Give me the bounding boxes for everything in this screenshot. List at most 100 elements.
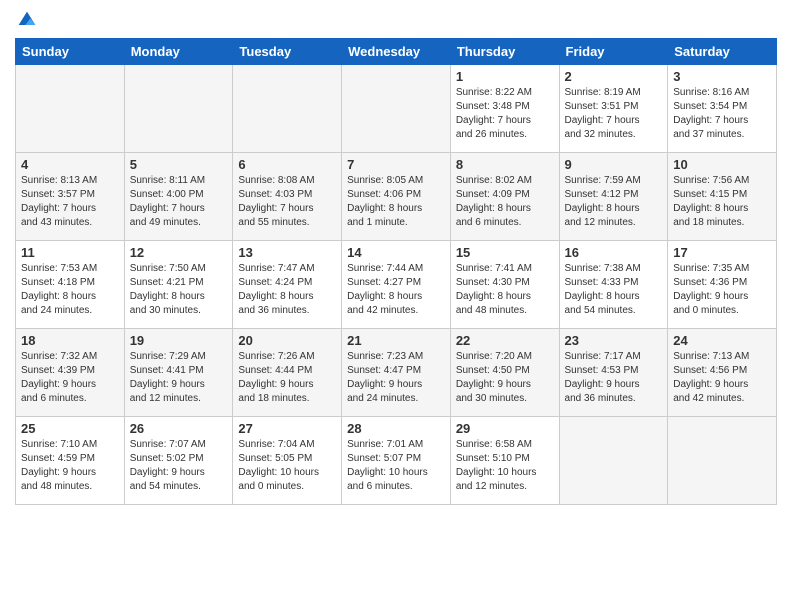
- day-detail: Sunrise: 8:16 AM Sunset: 3:54 PM Dayligh…: [673, 86, 771, 142]
- day-cell: 11 Sunrise: 7:53 AM Sunset: 4:18 PM Dayli…: [16, 241, 125, 329]
- day-number: 15: [456, 245, 554, 260]
- day-number: 16: [565, 245, 663, 260]
- day-cell: 13 Sunrise: 7:47 AM Sunset: 4:24 PM Dayli…: [233, 241, 342, 329]
- day-number: 25: [21, 421, 119, 436]
- col-header-friday: Friday: [559, 39, 668, 65]
- day-number: 13: [238, 245, 336, 260]
- day-number: 1: [456, 69, 554, 84]
- day-cell: 3 Sunrise: 8:16 AM Sunset: 3:54 PM Daylig…: [668, 65, 777, 153]
- day-cell: 8 Sunrise: 8:02 AM Sunset: 4:09 PM Daylig…: [450, 153, 559, 241]
- day-number: 18: [21, 333, 119, 348]
- day-detail: Sunrise: 8:13 AM Sunset: 3:57 PM Dayligh…: [21, 174, 119, 230]
- col-header-saturday: Saturday: [668, 39, 777, 65]
- day-detail: Sunrise: 7:32 AM Sunset: 4:39 PM Dayligh…: [21, 350, 119, 406]
- day-detail: Sunrise: 8:08 AM Sunset: 4:03 PM Dayligh…: [238, 174, 336, 230]
- day-cell: [124, 65, 233, 153]
- day-detail: Sunrise: 8:05 AM Sunset: 4:06 PM Dayligh…: [347, 174, 445, 230]
- calendar-header-row: SundayMondayTuesdayWednesdayThursdayFrid…: [16, 39, 777, 65]
- day-number: 29: [456, 421, 554, 436]
- day-detail: Sunrise: 7:47 AM Sunset: 4:24 PM Dayligh…: [238, 262, 336, 318]
- day-number: 24: [673, 333, 771, 348]
- day-number: 17: [673, 245, 771, 260]
- day-number: 20: [238, 333, 336, 348]
- day-detail: Sunrise: 7:01 AM Sunset: 5:07 PM Dayligh…: [347, 438, 445, 494]
- day-cell: [668, 417, 777, 505]
- day-number: 5: [130, 157, 228, 172]
- day-cell: 15 Sunrise: 7:41 AM Sunset: 4:30 PM Dayli…: [450, 241, 559, 329]
- day-detail: Sunrise: 7:53 AM Sunset: 4:18 PM Dayligh…: [21, 262, 119, 318]
- day-number: 4: [21, 157, 119, 172]
- day-detail: Sunrise: 7:26 AM Sunset: 4:44 PM Dayligh…: [238, 350, 336, 406]
- day-cell: 18 Sunrise: 7:32 AM Sunset: 4:39 PM Dayli…: [16, 329, 125, 417]
- week-row-5: 25Sunrise: 7:10 AM Sunset: 4:59 PM Dayli…: [16, 417, 777, 505]
- day-number: 9: [565, 157, 663, 172]
- day-detail: Sunrise: 7:04 AM Sunset: 5:05 PM Dayligh…: [238, 438, 336, 494]
- day-number: 6: [238, 157, 336, 172]
- day-cell: 6 Sunrise: 8:08 AM Sunset: 4:03 PM Daylig…: [233, 153, 342, 241]
- day-detail: Sunrise: 7:17 AM Sunset: 4:53 PM Dayligh…: [565, 350, 663, 406]
- day-detail: Sunrise: 8:02 AM Sunset: 4:09 PM Dayligh…: [456, 174, 554, 230]
- day-number: 28: [347, 421, 445, 436]
- day-detail: Sunrise: 7:07 AM Sunset: 5:02 PM Dayligh…: [130, 438, 228, 494]
- day-cell: 7 Sunrise: 8:05 AM Sunset: 4:06 PM Daylig…: [342, 153, 451, 241]
- day-cell: [16, 65, 125, 153]
- day-number: 11: [21, 245, 119, 260]
- day-cell: [233, 65, 342, 153]
- day-number: 8: [456, 157, 554, 172]
- day-detail: Sunrise: 7:35 AM Sunset: 4:36 PM Dayligh…: [673, 262, 771, 318]
- day-cell: 16 Sunrise: 7:38 AM Sunset: 4:33 PM Dayli…: [559, 241, 668, 329]
- day-cell: 17 Sunrise: 7:35 AM Sunset: 4:36 PM Dayli…: [668, 241, 777, 329]
- day-number: 27: [238, 421, 336, 436]
- col-header-thursday: Thursday: [450, 39, 559, 65]
- day-cell: 12 Sunrise: 7:50 AM Sunset: 4:21 PM Dayli…: [124, 241, 233, 329]
- day-detail: Sunrise: 7:20 AM Sunset: 4:50 PM Dayligh…: [456, 350, 554, 406]
- day-detail: Sunrise: 7:41 AM Sunset: 4:30 PM Dayligh…: [456, 262, 554, 318]
- day-cell: 1 Sunrise: 8:22 AM Sunset: 3:48 PM Daylig…: [450, 65, 559, 153]
- week-row-3: 11 Sunrise: 7:53 AM Sunset: 4:18 PM Dayli…: [16, 241, 777, 329]
- day-number: 23: [565, 333, 663, 348]
- week-row-2: 4 Sunrise: 8:13 AM Sunset: 3:57 PM Daylig…: [16, 153, 777, 241]
- day-detail: Sunrise: 7:50 AM Sunset: 4:21 PM Dayligh…: [130, 262, 228, 318]
- header: [15, 10, 777, 30]
- calendar-table: SundayMondayTuesdayWednesdayThursdayFrid…: [15, 38, 777, 505]
- day-cell: 19 Sunrise: 7:29 AM Sunset: 4:41 PM Dayli…: [124, 329, 233, 417]
- col-header-tuesday: Tuesday: [233, 39, 342, 65]
- logo-icon: [17, 10, 37, 30]
- day-detail: Sunrise: 6:58 AM Sunset: 5:10 PM Dayligh…: [456, 438, 554, 494]
- col-header-wednesday: Wednesday: [342, 39, 451, 65]
- day-detail: Sunrise: 8:19 AM Sunset: 3:51 PM Dayligh…: [565, 86, 663, 142]
- day-cell: 29 Sunrise: 6:58 AM Sunset: 5:10 PM Dayli…: [450, 417, 559, 505]
- week-row-4: 18 Sunrise: 7:32 AM Sunset: 4:39 PM Dayli…: [16, 329, 777, 417]
- day-cell: 14 Sunrise: 7:44 AM Sunset: 4:27 PM Dayli…: [342, 241, 451, 329]
- day-detail: Sunrise: 7:59 AM Sunset: 4:12 PM Dayligh…: [565, 174, 663, 230]
- day-cell: 28 Sunrise: 7:01 AM Sunset: 5:07 PM Dayli…: [342, 417, 451, 505]
- day-cell: 10 Sunrise: 7:56 AM Sunset: 4:15 PM Dayli…: [668, 153, 777, 241]
- day-cell: [559, 417, 668, 505]
- day-detail: Sunrise: 7:13 AM Sunset: 4:56 PM Dayligh…: [673, 350, 771, 406]
- day-cell: 9 Sunrise: 7:59 AM Sunset: 4:12 PM Daylig…: [559, 153, 668, 241]
- day-number: 19: [130, 333, 228, 348]
- day-detail: Sunrise: 7:44 AM Sunset: 4:27 PM Dayligh…: [347, 262, 445, 318]
- day-number: 26: [130, 421, 228, 436]
- day-detail: Sunrise: 7:38 AM Sunset: 4:33 PM Dayligh…: [565, 262, 663, 318]
- day-detail: Sunrise: 7:56 AM Sunset: 4:15 PM Dayligh…: [673, 174, 771, 230]
- day-number: 2: [565, 69, 663, 84]
- day-cell: 24 Sunrise: 7:13 AM Sunset: 4:56 PM Dayli…: [668, 329, 777, 417]
- day-number: 12: [130, 245, 228, 260]
- day-cell: 2 Sunrise: 8:19 AM Sunset: 3:51 PM Daylig…: [559, 65, 668, 153]
- day-cell: 4 Sunrise: 8:13 AM Sunset: 3:57 PM Daylig…: [16, 153, 125, 241]
- day-detail: Sunrise: 7:29 AM Sunset: 4:41 PM Dayligh…: [130, 350, 228, 406]
- day-cell: 5Sunrise: 8:11 AM Sunset: 4:00 PM Daylig…: [124, 153, 233, 241]
- day-detail: Sunrise: 7:23 AM Sunset: 4:47 PM Dayligh…: [347, 350, 445, 406]
- col-header-sunday: Sunday: [16, 39, 125, 65]
- week-row-1: 1 Sunrise: 8:22 AM Sunset: 3:48 PM Daylig…: [16, 65, 777, 153]
- day-cell: [342, 65, 451, 153]
- day-number: 14: [347, 245, 445, 260]
- day-number: 7: [347, 157, 445, 172]
- day-cell: 23 Sunrise: 7:17 AM Sunset: 4:53 PM Dayli…: [559, 329, 668, 417]
- day-number: 10: [673, 157, 771, 172]
- day-number: 3: [673, 69, 771, 84]
- col-header-monday: Monday: [124, 39, 233, 65]
- day-detail: Sunrise: 8:22 AM Sunset: 3:48 PM Dayligh…: [456, 86, 554, 142]
- day-cell: 21Sunrise: 7:23 AM Sunset: 4:47 PM Dayli…: [342, 329, 451, 417]
